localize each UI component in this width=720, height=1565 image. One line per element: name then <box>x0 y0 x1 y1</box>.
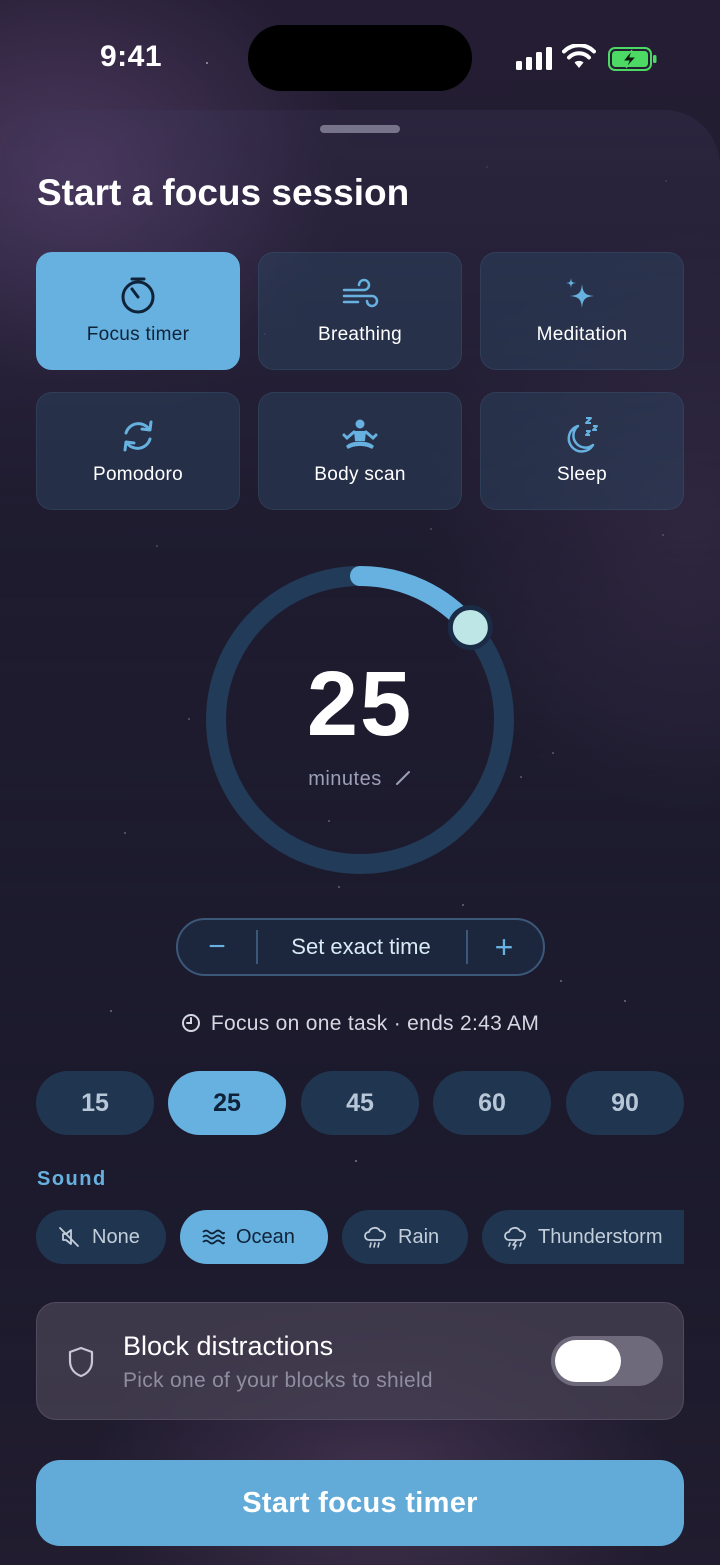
preset-60[interactable]: 60 <box>433 1071 551 1135</box>
status-bar: 9:41 <box>0 0 720 110</box>
chip-label: Thunderstorm <box>538 1225 663 1248</box>
status-time: 9:41 <box>100 40 163 73</box>
mode-label: Sleep <box>556 464 608 485</box>
decrease-button[interactable]: − <box>178 920 256 974</box>
speaker-muted-icon <box>59 1227 79 1247</box>
sound-ocean[interactable]: Ocean <box>180 1210 328 1264</box>
shield-icon <box>68 1346 94 1378</box>
moon-zzz-icon <box>567 417 598 453</box>
duration-value: 25 <box>306 653 414 755</box>
dynamic-island <box>248 25 472 91</box>
chip-label: Rain <box>398 1225 440 1248</box>
time-stepper: − Set exact time + <box>176 918 545 976</box>
wind-icon <box>342 278 379 308</box>
mode-focus-timer[interactable]: Focus timer <box>36 252 240 370</box>
refresh-cycle-icon <box>123 420 153 452</box>
rain-cloud-icon <box>364 1226 386 1248</box>
mode-pomodoro[interactable]: Pomodoro <box>36 392 240 510</box>
end-time-text: Focus on one task · ends 2:43 AM <box>210 1012 540 1035</box>
pencil-icon <box>395 771 410 785</box>
mode-label: Meditation <box>536 324 628 345</box>
mode-label: Body scan <box>314 464 406 485</box>
duration-unit: minutes <box>308 768 382 790</box>
sound-rain[interactable]: Rain <box>342 1210 468 1264</box>
mode-label: Focus timer <box>86 324 190 345</box>
end-time-info: Focus on one task · ends 2:43 AM <box>0 1012 720 1036</box>
wifi-icon <box>562 44 596 68</box>
toggle-knob <box>555 1340 621 1382</box>
block-distractions-title: Block distractions <box>123 1331 334 1361</box>
block-distractions-subtitle: Pick one of your blocks to shield <box>123 1369 433 1392</box>
mode-meditation[interactable]: Meditation <box>480 252 684 370</box>
preset-90[interactable]: 90 <box>566 1071 684 1135</box>
plus-icon: + <box>494 929 514 965</box>
cellular-signal-icon <box>516 46 552 70</box>
mode-breathing[interactable]: Breathing <box>258 252 462 370</box>
mode-label: Breathing <box>317 324 403 345</box>
mode-sleep[interactable]: Sleep <box>480 392 684 510</box>
stopwatch-icon <box>121 277 155 314</box>
increase-button[interactable]: + <box>465 920 543 974</box>
mode-body-scan[interactable]: Body scan <box>258 392 462 510</box>
set-exact-time-button[interactable]: Set exact time <box>258 920 464 974</box>
battery-charging-icon <box>608 47 657 71</box>
chip-label: Ocean <box>236 1225 295 1248</box>
meditating-figure-icon <box>342 419 378 449</box>
sparkles-icon <box>566 278 594 308</box>
chip-label: None <box>92 1225 140 1248</box>
sound-none[interactable]: None <box>36 1210 166 1264</box>
sheet-grabber[interactable] <box>320 125 400 133</box>
clock-icon <box>181 1014 200 1032</box>
waves-icon <box>202 1229 225 1245</box>
thunderstorm-cloud-icon <box>504 1226 526 1250</box>
dial-handle <box>447 604 493 650</box>
minus-icon: − <box>208 930 226 963</box>
duration-unit-row[interactable]: minutes <box>0 768 720 791</box>
block-distractions-card[interactable]: Block distractions Pick one of your bloc… <box>36 1302 684 1420</box>
sound-thunderstorm[interactable]: Thunderstorm <box>482 1210 684 1264</box>
preset-25[interactable]: 25 <box>168 1071 286 1135</box>
start-focus-timer-button[interactable]: Start focus timer <box>36 1460 684 1546</box>
sound-options: None Ocean Rain Thunderstorm <box>36 1210 684 1264</box>
mode-label: Pomodoro <box>92 464 184 485</box>
preset-15[interactable]: 15 <box>36 1071 154 1135</box>
sound-section-label: Sound <box>37 1168 107 1190</box>
preset-45[interactable]: 45 <box>301 1071 419 1135</box>
page-title: Start a focus session <box>37 172 410 213</box>
block-distractions-toggle[interactable] <box>551 1336 663 1386</box>
screen: 9:41 Start a focus session Focus timer B… <box>0 0 720 1565</box>
